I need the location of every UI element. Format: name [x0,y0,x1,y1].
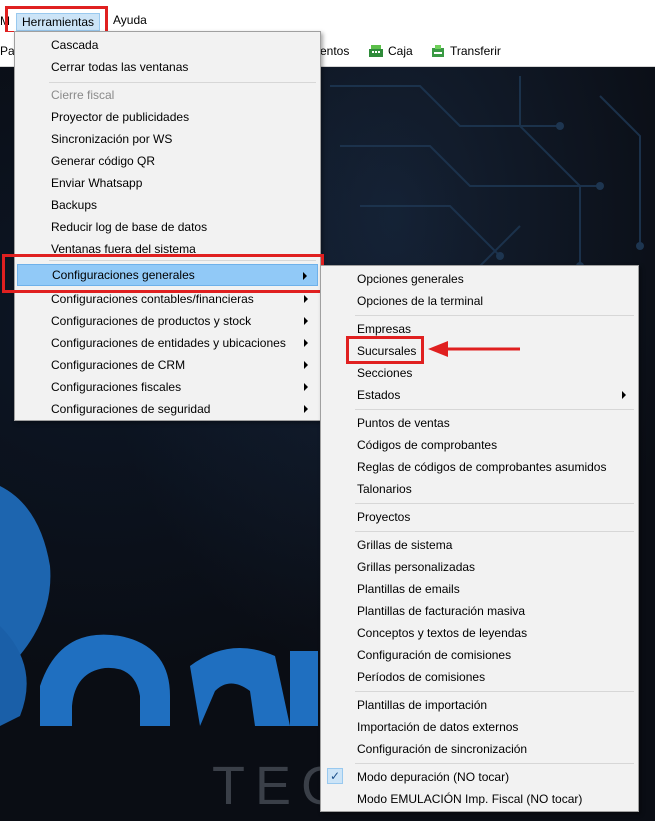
menu-item-label: Configuraciones de seguridad [51,402,211,416]
submenu-item-proyectos[interactable]: Proyectos [323,506,636,528]
annotation-box-config-generales [2,254,324,293]
checkmark-icon: ✓ [327,768,343,784]
submenu-item-secciones[interactable]: Secciones [323,362,636,384]
submenu-item-config-comisiones[interactable]: Configuración de comisiones [323,644,636,666]
menu-separator [355,315,634,316]
submenu-item-estados[interactable]: Estados [323,384,636,406]
menu-item-cierre-fiscal: Cierre fiscal [51,88,115,102]
annotation-arrow-icon [428,341,520,357]
submenu-item-plantillas-facturacion[interactable]: Plantillas de facturación masiva [323,600,636,622]
menu-item-cerrar-ventanas[interactable]: Cerrar todas las ventanas [17,56,318,78]
submenu-arrow-icon [304,383,308,391]
submenu-item-talonarios[interactable]: Talonarios [323,478,636,500]
menu-item-label: Configuraciones de productos y stock [51,314,252,328]
menu-item-label: Configuraciones contables/financieras [51,292,254,306]
annotation-box-sucursales [346,336,424,364]
submenu-item-modo-emulacion[interactable]: Modo EMULACIÓN Imp. Fiscal (NO tocar) [323,788,636,810]
submenu-item-plantillas-emails[interactable]: Plantillas de emails [323,578,636,600]
submenu-arrow-icon [304,339,308,347]
menu-item-label: Estados [357,388,401,402]
menu-separator [49,82,316,83]
submenu-item-modo-depuracion[interactable]: ✓ Modo depuración (NO tocar) [323,766,636,788]
menu-item-reducir-log[interactable]: Reducir log de base de datos [17,216,318,238]
submenu-item-codigos-comprobantes[interactable]: Códigos de comprobantes [323,434,636,456]
menu-item-config-fiscales[interactable]: Configuraciones fiscales [17,376,318,398]
menu-separator [355,531,634,532]
menu-item-proyector-publicidades[interactable]: Proyector de publicidades [17,106,318,128]
menu-item-label: Configuraciones de entidades y ubicacion… [51,336,286,350]
submenu-item-config-sincronizacion[interactable]: Configuración de sincronización [323,738,636,760]
menu-item-label: Modo depuración (NO tocar) [357,770,510,784]
submenu-arrow-icon [622,391,626,399]
submenu-item-plantillas-importacion[interactable]: Plantillas de importación [323,694,636,716]
submenu-item-puntos-ventas[interactable]: Puntos de ventas [323,412,636,434]
submenu-arrow-icon [304,361,308,369]
toolbar-caja-button[interactable]: Caja [368,44,413,58]
menu-item-sincronizacion-ws[interactable]: Sincronización por WS [17,128,318,150]
transfer-icon [430,44,446,58]
submenu-item-opciones-generales[interactable]: Opciones generales [323,268,636,290]
menu-item-cascada[interactable]: Cascada [17,34,318,56]
cash-register-icon [368,44,384,58]
menu-separator [355,763,634,764]
submenu-item-importacion-datos[interactable]: Importación de datos externos [323,716,636,738]
menu-separator [355,409,634,410]
menu-item-config-entidades[interactable]: Configuraciones de entidades y ubicacion… [17,332,318,354]
toolbar-cut-mid[interactable]: entos [320,44,349,58]
submenu-item-periodos-comisiones[interactable]: Períodos de comisiones [323,666,636,688]
menu-item-backups[interactable]: Backups [17,194,318,216]
menu-separator [355,503,634,504]
submenu-item-reglas-codigos[interactable]: Reglas de códigos de comprobantes asumid… [323,456,636,478]
submenu-item-grillas-personalizadas[interactable]: Grillas personalizadas [323,556,636,578]
submenu-item-grillas-sistema[interactable]: Grillas de sistema [323,534,636,556]
toolbar-caja-label: Caja [388,44,413,58]
herramientas-menu: Cascada Cerrar todas las ventanas Cierre… [14,31,321,421]
menu-separator [355,691,634,692]
menu-item-enviar-whatsapp[interactable]: Enviar Whatsapp [17,172,318,194]
submenu-item-conceptos-leyendas[interactable]: Conceptos y textos de leyendas [323,622,636,644]
toolbar-transferir-label: Transferir [450,44,501,58]
menu-item-config-crm[interactable]: Configuraciones de CRM [17,354,318,376]
menu-item-config-productos[interactable]: Configuraciones de productos y stock [17,310,318,332]
submenu-item-opciones-terminal[interactable]: Opciones de la terminal [323,290,636,312]
submenu-arrow-icon [304,405,308,413]
menu-item-generar-qr[interactable]: Generar código QR [17,150,318,172]
submenu-arrow-icon [304,295,308,303]
menu-item-label: Configuraciones de CRM [51,358,186,372]
menu-item-config-seguridad[interactable]: Configuraciones de seguridad [17,398,318,420]
annotation-box-herramientas [5,6,108,34]
submenu-arrow-icon [304,317,308,325]
toolbar-transferir-button[interactable]: Transferir [430,44,501,58]
menu-ayuda[interactable]: Ayuda [113,13,147,27]
menu-item-label: Configuraciones fiscales [51,380,182,394]
